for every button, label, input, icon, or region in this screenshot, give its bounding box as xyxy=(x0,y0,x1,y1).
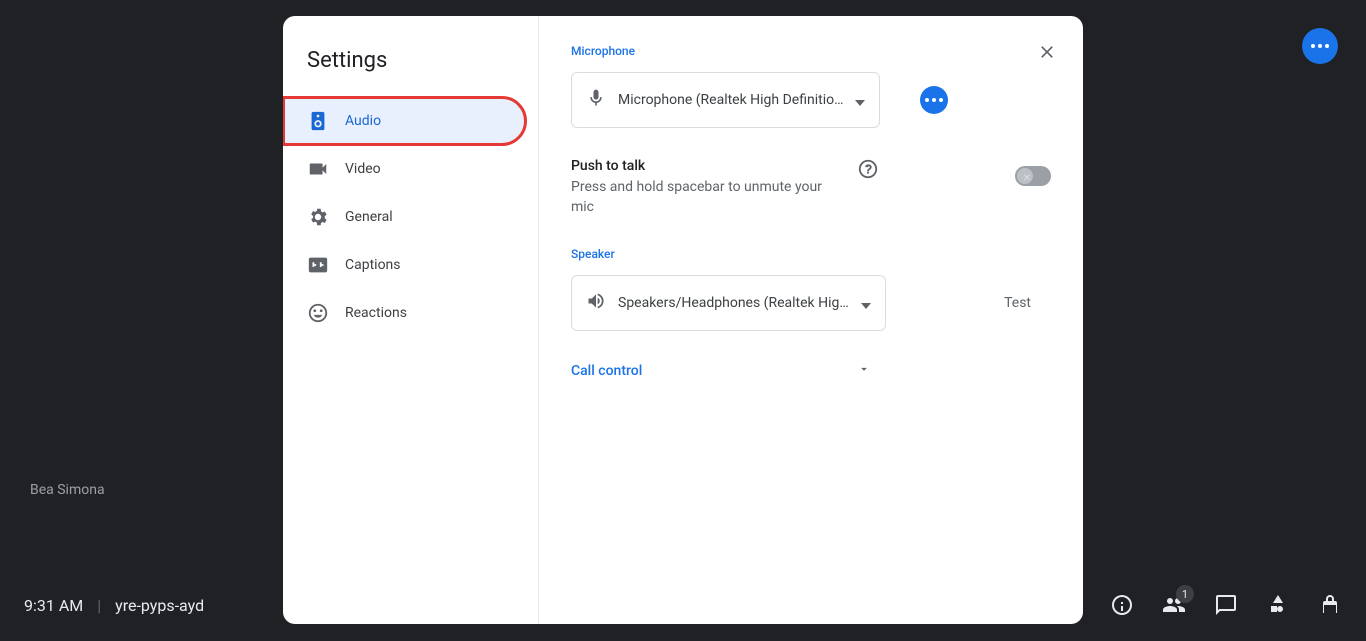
microphone-section-label: Microphone xyxy=(571,44,1051,58)
settings-sidebar: Settings Audio Video General Captions Re… xyxy=(283,16,539,624)
clock-label: 9:31 AM xyxy=(24,596,83,615)
dots-horizontal-icon xyxy=(1311,44,1329,48)
activities-button[interactable] xyxy=(1266,593,1290,617)
smile-icon xyxy=(307,302,329,324)
gear-icon xyxy=(307,206,329,228)
settings-dialog: Settings Audio Video General Captions Re… xyxy=(283,16,1083,624)
nav-item-reactions[interactable]: Reactions xyxy=(283,289,526,337)
nav-label: Video xyxy=(345,161,381,177)
volume-icon xyxy=(586,291,606,315)
meeting-details-button[interactable] xyxy=(1110,593,1134,617)
speaker-select[interactable]: Speakers/Headphones (Realtek Hig… xyxy=(571,275,886,331)
host-controls-button[interactable] xyxy=(1318,593,1342,617)
speaker-value: Speakers/Headphones (Realtek Hig… xyxy=(618,295,849,311)
nav-label: General xyxy=(345,209,393,225)
info-icon xyxy=(1110,593,1134,617)
microphone-value: Microphone (Realtek High Definitio… xyxy=(618,92,843,108)
speaker-device-icon xyxy=(307,110,329,132)
nav-label: Reactions xyxy=(345,305,407,321)
nav-item-general[interactable]: General xyxy=(283,193,526,241)
nav-item-video[interactable]: Video xyxy=(283,145,526,193)
meeting-code-label: yre-pyps-ayd xyxy=(115,596,204,615)
nav-item-captions[interactable]: Captions xyxy=(283,241,526,289)
help-icon xyxy=(857,158,879,180)
settings-content: Microphone Microphone (Realtek High Defi… xyxy=(539,16,1083,624)
chevron-down-icon xyxy=(857,361,871,380)
shapes-icon xyxy=(1266,593,1290,617)
caret-down-icon xyxy=(855,91,865,110)
divider: | xyxy=(97,596,101,615)
microphone-select[interactable]: Microphone (Realtek High Definitio… xyxy=(571,72,880,128)
microphone-more-button[interactable] xyxy=(920,86,948,114)
chat-button[interactable] xyxy=(1214,593,1238,617)
call-control-label: Call control xyxy=(571,363,642,379)
push-to-talk-title: Push to talk xyxy=(571,158,841,174)
test-speaker-button[interactable]: Test xyxy=(992,287,1043,319)
captions-icon xyxy=(307,254,329,276)
push-to-talk-description: Press and hold spacebar to unmute your m… xyxy=(571,178,831,217)
close-icon xyxy=(1037,42,1057,62)
lock-icon xyxy=(1318,593,1342,617)
speaker-section-label: Speaker xyxy=(571,247,1051,261)
caret-down-icon xyxy=(861,294,871,313)
nav-label: Captions xyxy=(345,257,401,273)
toggle-thumb-icon: ✕ xyxy=(1017,168,1033,184)
nav-item-audio[interactable]: Audio xyxy=(283,97,526,145)
more-menu-button[interactable] xyxy=(1302,28,1338,64)
videocam-icon xyxy=(307,158,329,180)
call-control-expand[interactable]: Call control xyxy=(571,361,871,380)
settings-title: Settings xyxy=(283,40,538,97)
participant-name-label: Bea Simona xyxy=(30,482,105,498)
dots-horizontal-icon xyxy=(925,98,943,102)
people-button[interactable]: 1 xyxy=(1162,593,1186,617)
close-button[interactable] xyxy=(1027,32,1067,72)
mic-icon xyxy=(586,88,606,112)
chat-icon xyxy=(1214,593,1238,617)
help-button[interactable] xyxy=(857,158,879,184)
nav-label: Audio xyxy=(345,113,381,129)
push-to-talk-toggle[interactable]: ✕ xyxy=(1015,166,1051,186)
people-count-badge: 1 xyxy=(1176,585,1194,603)
